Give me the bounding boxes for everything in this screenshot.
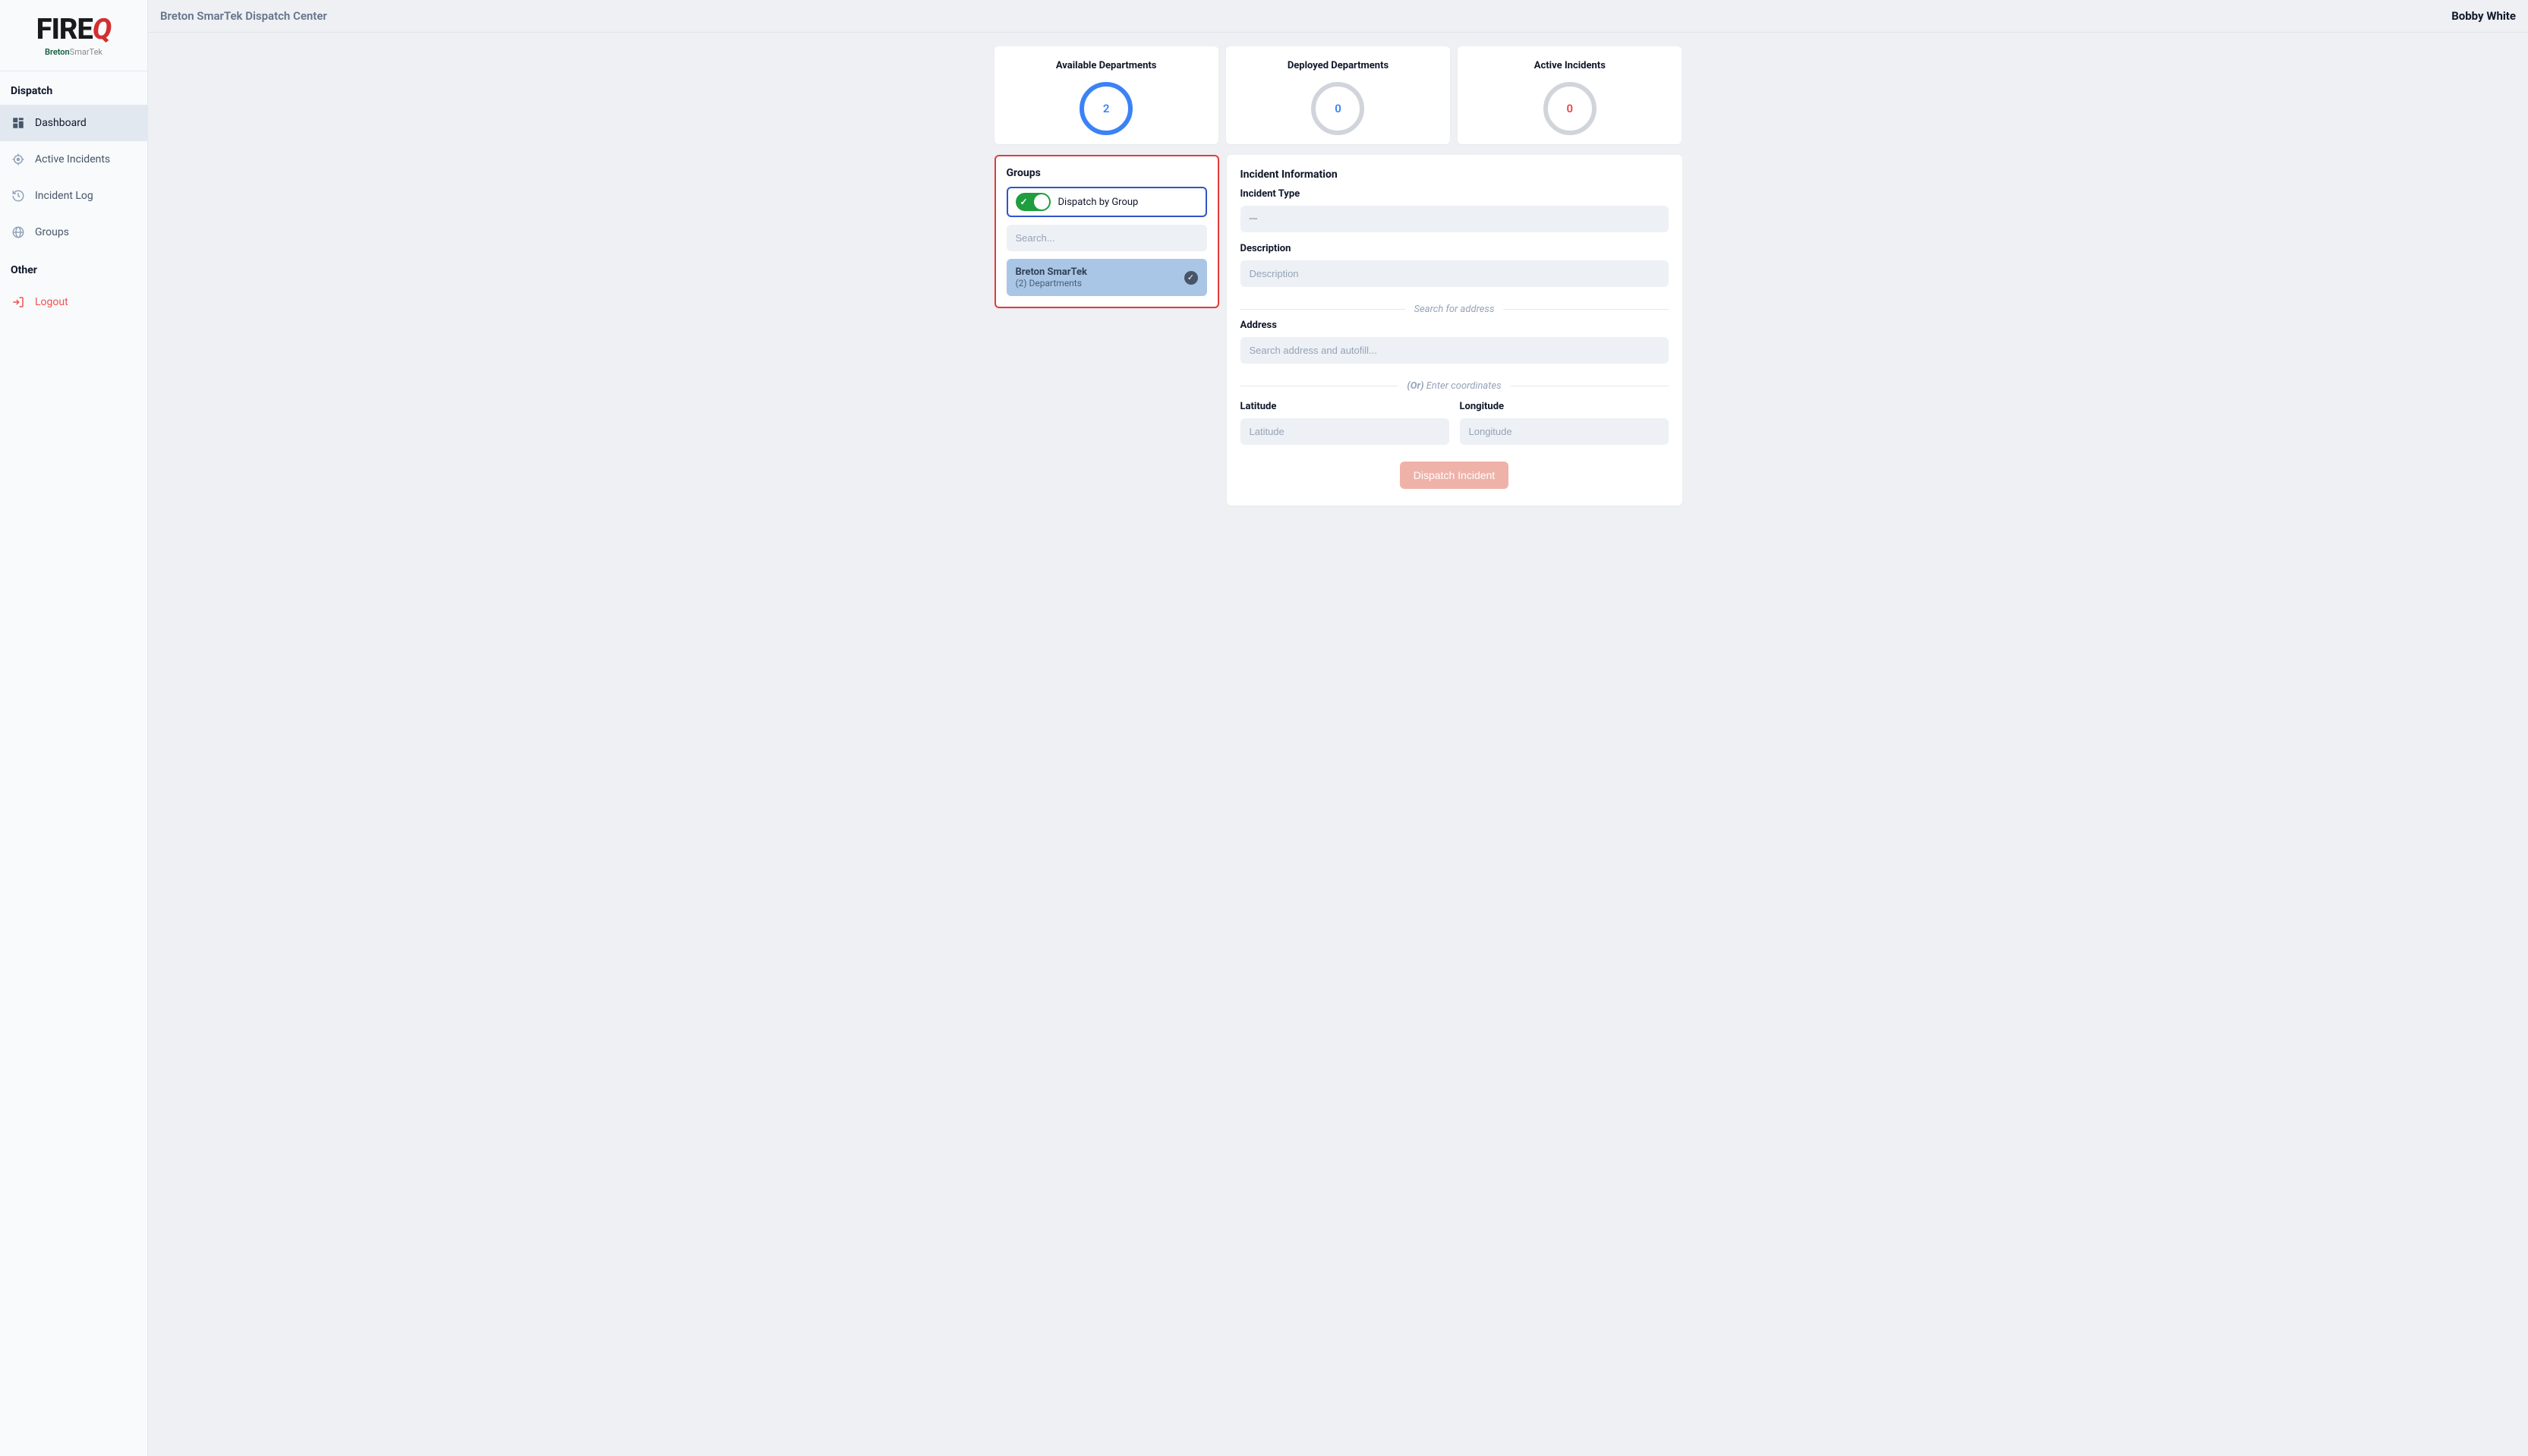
nav-groups-label: Groups	[35, 226, 69, 238]
stat-available: Available Departments 2	[994, 46, 1218, 144]
logo: FIREQ BretonSmarTek	[0, 0, 147, 71]
dispatch-by-group-toggle[interactable]: ✓	[1016, 193, 1051, 211]
group-item-sub: (2) Departments	[1016, 278, 1087, 288]
content: Available Departments 2 Deployed Departm…	[148, 33, 2528, 519]
incident-type-label: Incident Type	[1240, 188, 1669, 200]
nav-section-other: Other	[0, 251, 147, 284]
search-address-divider: Search for address	[1240, 304, 1669, 315]
history-icon	[11, 188, 26, 203]
coords-divider: (Or) Enter coordinates	[1240, 380, 1669, 392]
incident-type-select[interactable]: ---	[1240, 206, 1669, 232]
groups-search-input[interactable]	[1007, 225, 1207, 251]
latitude-input[interactable]	[1240, 418, 1449, 445]
nav-active-incidents-label: Active Incidents	[35, 153, 110, 165]
check-icon: ✓	[1020, 197, 1028, 207]
stat-available-title: Available Departments	[1002, 60, 1211, 71]
dispatch-incident-button[interactable]: Dispatch Incident	[1400, 462, 1508, 489]
enter-coords-text: Enter coordinates	[1426, 380, 1502, 392]
longitude-input[interactable]	[1460, 418, 1669, 445]
page-title: Breton SmarTek Dispatch Center	[160, 9, 327, 23]
logo-text-left: FIRE	[36, 13, 93, 46]
user-name[interactable]: Bobby White	[2451, 9, 2516, 23]
logout-icon	[11, 295, 26, 310]
longitude-label: Longitude	[1460, 401, 1669, 412]
latitude-label: Latitude	[1240, 401, 1449, 412]
groups-heading: Groups	[1007, 167, 1207, 179]
topbar: Breton SmarTek Dispatch Center Bobby Whi…	[148, 0, 2528, 33]
description-label: Description	[1240, 243, 1669, 254]
nav-active-incidents[interactable]: Active Incidents	[0, 141, 147, 178]
toggle-knob	[1034, 194, 1049, 210]
stat-active-title: Active Incidents	[1465, 60, 1674, 71]
dashboard-icon	[11, 115, 26, 131]
or-text: (Or)	[1407, 380, 1423, 392]
logo-sub-thin: SmarTek	[70, 47, 102, 57]
stat-deployed-title: Deployed Departments	[1234, 60, 1442, 71]
stats-row: Available Departments 2 Deployed Departm…	[994, 46, 1682, 144]
nav-logout[interactable]: Logout	[0, 284, 147, 320]
description-input[interactable]	[1240, 260, 1669, 287]
globe-icon	[11, 225, 26, 240]
incident-panel: Incident Information Incident Type --- D…	[1227, 155, 1682, 506]
check-circle-icon: ✓	[1184, 271, 1198, 285]
main-area: Breton SmarTek Dispatch Center Bobby Whi…	[148, 0, 2528, 1456]
address-input[interactable]	[1240, 337, 1669, 364]
logo-text-right: Q	[93, 13, 111, 46]
logo-main: FIREQ	[8, 15, 140, 44]
stat-active: Active Incidents 0	[1458, 46, 1682, 144]
logo-sub: BretonSmarTek	[8, 47, 140, 57]
dispatch-by-group-toggle-wrap[interactable]: ✓ Dispatch by Group	[1007, 187, 1207, 217]
nav-incident-log[interactable]: Incident Log	[0, 178, 147, 214]
nav-dashboard-label: Dashboard	[35, 117, 87, 129]
sidebar: FIREQ BretonSmarTek Dispatch Dashboard A…	[0, 0, 148, 1456]
groups-panel: Groups ✓ Dispatch by Group Breton SmarTe…	[994, 155, 1219, 308]
stat-active-value: 0	[1543, 82, 1597, 135]
nav-groups[interactable]: Groups	[0, 214, 147, 251]
incident-heading: Incident Information	[1240, 169, 1669, 181]
stat-deployed: Deployed Departments 0	[1226, 46, 1450, 144]
address-label: Address	[1240, 320, 1669, 331]
nav-section-dispatch: Dispatch	[0, 71, 147, 105]
group-item-name: Breton SmarTek	[1016, 266, 1087, 278]
nav-logout-label: Logout	[35, 296, 68, 308]
dispatch-by-group-label: Dispatch by Group	[1058, 197, 1139, 208]
nav-incident-log-label: Incident Log	[35, 190, 93, 202]
search-address-text: Search for address	[1414, 304, 1495, 315]
coord-row: Latitude Longitude	[1240, 396, 1669, 445]
target-icon	[11, 152, 26, 167]
nav-dashboard[interactable]: Dashboard	[0, 105, 147, 141]
stat-available-value: 2	[1080, 82, 1133, 135]
logo-sub-bold: Breton	[45, 47, 70, 57]
panels-row: Groups ✓ Dispatch by Group Breton SmarTe…	[994, 155, 1682, 506]
group-item[interactable]: Breton SmarTek (2) Departments ✓	[1007, 259, 1207, 296]
stat-deployed-value: 0	[1311, 82, 1364, 135]
